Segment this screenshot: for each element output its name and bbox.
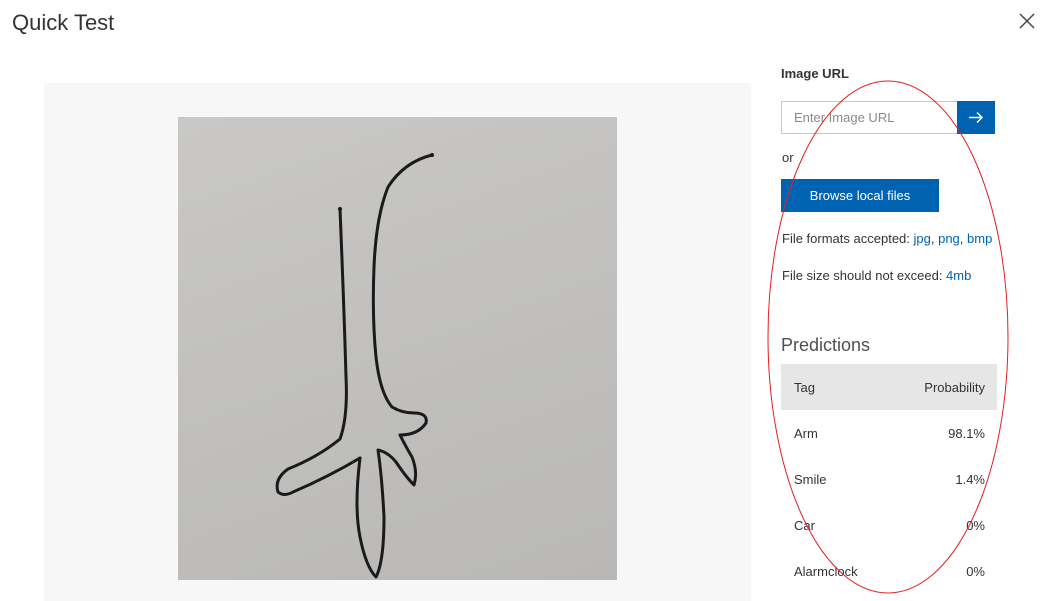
tag-cell: Alarmclock <box>794 563 858 579</box>
table-row: Arm 98.1% <box>781 410 997 456</box>
probability-cell: 98.1% <box>948 425 985 441</box>
tag-cell: Smile <box>794 471 827 487</box>
submit-url-button[interactable] <box>957 101 995 134</box>
dialog-title: Quick Test <box>12 10 115 35</box>
size-limit-link[interactable]: 4mb <box>946 268 971 283</box>
format-link-jpg[interactable]: jpg <box>914 231 931 246</box>
table-header-row: Tag Probability <box>781 364 997 410</box>
browse-local-files-button[interactable]: Browse local files <box>781 179 939 212</box>
formats-prefix: File formats accepted: <box>782 231 914 246</box>
column-header-probability: Probability <box>891 364 997 410</box>
size-prefix: File size should not exceed: <box>782 268 947 283</box>
tag-cell: Arm <box>794 425 818 441</box>
table-row: Smile 1.4% <box>781 456 997 502</box>
predictions-table: Tag Probability Arm 98.1% Smile 1.4% Car… <box>781 364 997 594</box>
image-url-label: Image URL <box>781 66 849 81</box>
probability-cell: 0% <box>966 563 985 579</box>
table-row: Car 0% <box>781 502 997 548</box>
format-link-bmp[interactable]: bmp <box>967 231 992 246</box>
probability-cell: 0% <box>966 517 985 533</box>
table-row: Alarmclock 0% <box>781 548 997 594</box>
probability-cell: 1.4% <box>955 471 985 487</box>
column-header-tag: Tag <box>781 364 892 410</box>
file-size-note: File size should not exceed: 4mb <box>782 268 971 283</box>
close-button[interactable] <box>1016 10 1038 32</box>
tag-cell: Car <box>794 517 815 533</box>
uploaded-image <box>178 117 617 580</box>
format-link-png[interactable]: png <box>938 231 960 246</box>
file-formats-note: File formats accepted: jpg, png, bmp <box>782 231 993 246</box>
arm-drawing <box>275 153 434 579</box>
arrow-right-icon <box>969 111 984 124</box>
close-icon <box>1019 13 1035 29</box>
image-url-input[interactable] <box>781 101 957 134</box>
or-separator: or <box>782 150 794 165</box>
predictions-heading: Predictions <box>781 335 871 355</box>
